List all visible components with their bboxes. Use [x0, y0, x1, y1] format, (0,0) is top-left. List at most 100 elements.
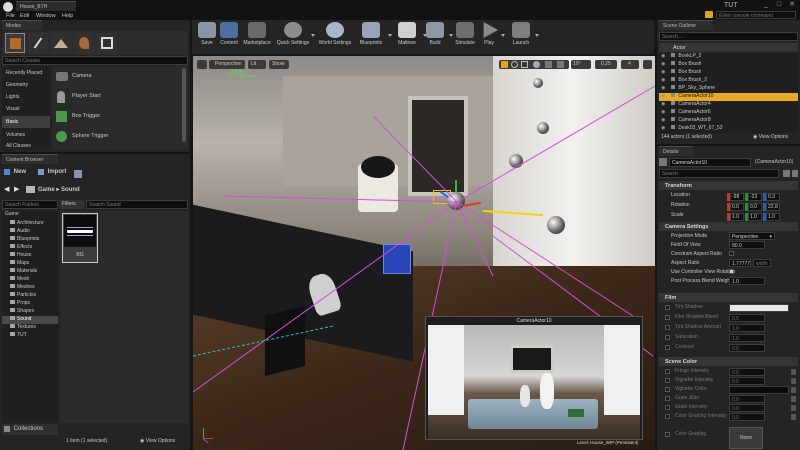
visibility-eye-icon[interactable]: ◉ [661, 125, 665, 131]
tab-modes[interactable]: Modes [2, 20, 42, 30]
menu-edit[interactable]: Edit [20, 13, 29, 19]
back-button[interactable]: ◀ [4, 185, 12, 194]
film-row-value[interactable]: 1.0 [729, 334, 765, 342]
snap-angle-button[interactable]: 10° [571, 60, 591, 69]
tab-scene-outliner[interactable]: Scene Outliner [659, 20, 713, 30]
scene-row-value[interactable]: 0.0 [729, 377, 765, 385]
folder-item[interactable]: Blueprints [2, 236, 58, 244]
details-search-input[interactable]: Search [659, 169, 779, 178]
film-override-checkbox[interactable] [665, 325, 670, 330]
details-lock-icon[interactable] [792, 170, 798, 177]
geometry-mode-icon[interactable] [97, 33, 117, 53]
menu-window[interactable]: Window [36, 13, 56, 19]
sphere-trigger-item[interactable]: Sphere Trigger [52, 128, 182, 146]
use-controller-rotation-checkbox[interactable] [729, 269, 734, 274]
folder-search-input[interactable]: Search Folders [2, 200, 58, 209]
translate-icon[interactable] [501, 61, 508, 68]
blueprints-button[interactable]: Blueprints [355, 20, 387, 52]
build-button[interactable]: Build [420, 20, 450, 52]
viewport[interactable]: Perspective Lit Show 118.66 57 / 158 mm … [193, 56, 655, 450]
forward-button[interactable]: ▶ [14, 185, 22, 194]
folder-item[interactable]: Sound [2, 316, 58, 324]
view-mode-button[interactable]: Perspective [209, 60, 245, 69]
scene-override-checkbox[interactable] [665, 432, 670, 437]
rotation-x-field[interactable]: 0.0 [730, 203, 744, 211]
category-all-classes[interactable]: All Classes [2, 141, 50, 151]
location-x-field[interactable]: -98 [730, 193, 744, 201]
outliner-row[interactable]: ◉ CameraActor6 [659, 109, 798, 117]
film-row-value[interactable] [729, 304, 789, 312]
scale-x-field[interactable]: 1.0 [730, 213, 744, 221]
launch-dropdown[interactable] [534, 20, 540, 52]
category-visual[interactable]: Visual [2, 104, 50, 114]
location-z-field[interactable]: 0.3 [766, 193, 780, 201]
scene-override-checkbox[interactable] [665, 378, 670, 383]
place-mode-icon[interactable] [5, 33, 25, 53]
tab-document[interactable]: House_BTH [16, 1, 76, 11]
landscape-mode-icon[interactable] [51, 33, 71, 53]
aspect-ratio-field[interactable]: 1.777778 [729, 259, 751, 267]
scene-override-checkbox[interactable] [665, 414, 670, 419]
marketplace-button[interactable]: Marketplace [240, 20, 274, 52]
folder-item[interactable]: House [2, 252, 58, 260]
scene-row-value[interactable] [729, 386, 789, 394]
outliner-row[interactable]: ◉ Box Brush [659, 61, 798, 69]
reset-arrow-icon[interactable] [791, 369, 796, 375]
folder-item[interactable]: Props [2, 300, 58, 308]
outliner-row[interactable]: ◉ Box Brush_2 [659, 77, 798, 85]
save-all-icon[interactable] [74, 170, 82, 178]
maximize-button[interactable]: □ [773, 1, 785, 10]
outliner-column-header[interactable]: Actor [659, 43, 798, 52]
category-lights[interactable]: Lights [2, 92, 50, 102]
outliner-view-options[interactable]: ◉ View Options [753, 134, 788, 140]
rotate-icon[interactable] [511, 61, 518, 68]
lighting-mode-button[interactable]: Lit [248, 60, 266, 69]
visibility-eye-icon[interactable]: ◉ [661, 69, 665, 75]
show-flags-button[interactable]: Show [269, 60, 289, 69]
camera-settings-header[interactable]: Camera Settings [659, 222, 798, 231]
maximize-viewport-button[interactable] [643, 60, 652, 69]
outliner-row[interactable]: ◉ CameraActor10 [659, 93, 798, 101]
menu-file[interactable]: File [6, 13, 15, 19]
visibility-eye-icon[interactable]: ◉ [661, 117, 665, 123]
camera-speed-button[interactable]: 4 [621, 60, 639, 69]
aspect-ratio-preset[interactable]: width [753, 259, 771, 267]
scale-icon[interactable] [521, 61, 528, 68]
minimize-button[interactable]: _ [760, 1, 772, 10]
viewport-options-button[interactable] [197, 60, 207, 69]
category-geometry[interactable]: Geometry [2, 80, 50, 90]
scene-row-value[interactable]: 0.0 [729, 395, 765, 403]
folder-item[interactable]: Maps [2, 260, 58, 268]
film-row-value[interactable]: 0.5 [729, 314, 765, 322]
folder-item[interactable]: Meshes [2, 284, 58, 292]
console-input[interactable]: Enter console command [716, 11, 796, 19]
visibility-eye-icon[interactable]: ◉ [661, 101, 665, 107]
new-button[interactable]: New [4, 169, 34, 179]
visibility-eye-icon[interactable]: ◉ [661, 85, 665, 91]
scene-override-checkbox[interactable] [665, 405, 670, 410]
outliner-row[interactable]: ◉ Desk03_WT_67_52 [659, 125, 798, 133]
category-volumes[interactable]: Volumes [2, 130, 50, 140]
reset-arrow-icon[interactable] [791, 387, 796, 393]
scene-color-header[interactable]: Scene Color [659, 357, 798, 366]
outliner-row[interactable]: ◉ BP_Sky_Sphere [659, 85, 798, 93]
scene-override-checkbox[interactable] [665, 387, 670, 392]
content-view-options[interactable]: ◉ View Options [140, 438, 175, 444]
surface-snap-icon[interactable] [545, 61, 552, 68]
quick-settings-button[interactable]: Quick Settings [274, 20, 312, 52]
outliner-row[interactable]: ◉ CameraActor8 [659, 117, 798, 125]
player-start-item[interactable]: Player Start [52, 88, 182, 106]
visibility-eye-icon[interactable]: ◉ [661, 77, 665, 83]
scene-override-checkbox[interactable] [665, 396, 670, 401]
folder-item[interactable]: TUT [2, 332, 58, 340]
collections-button[interactable]: Collections [2, 424, 58, 435]
post-process-field[interactable]: 1.0 [729, 277, 765, 285]
details-view-icon[interactable] [783, 170, 790, 177]
tab-details[interactable]: Details [659, 146, 693, 156]
paint-mode-icon[interactable] [28, 33, 48, 53]
folder-item[interactable]: Effects [2, 244, 58, 252]
color-grading-thumbnail[interactable]: None [729, 427, 763, 449]
folder-item[interactable]: Materials [2, 268, 58, 276]
scene-row-value[interactable]: 0.0 [729, 404, 765, 412]
folder-item[interactable]: Audio [2, 228, 58, 236]
